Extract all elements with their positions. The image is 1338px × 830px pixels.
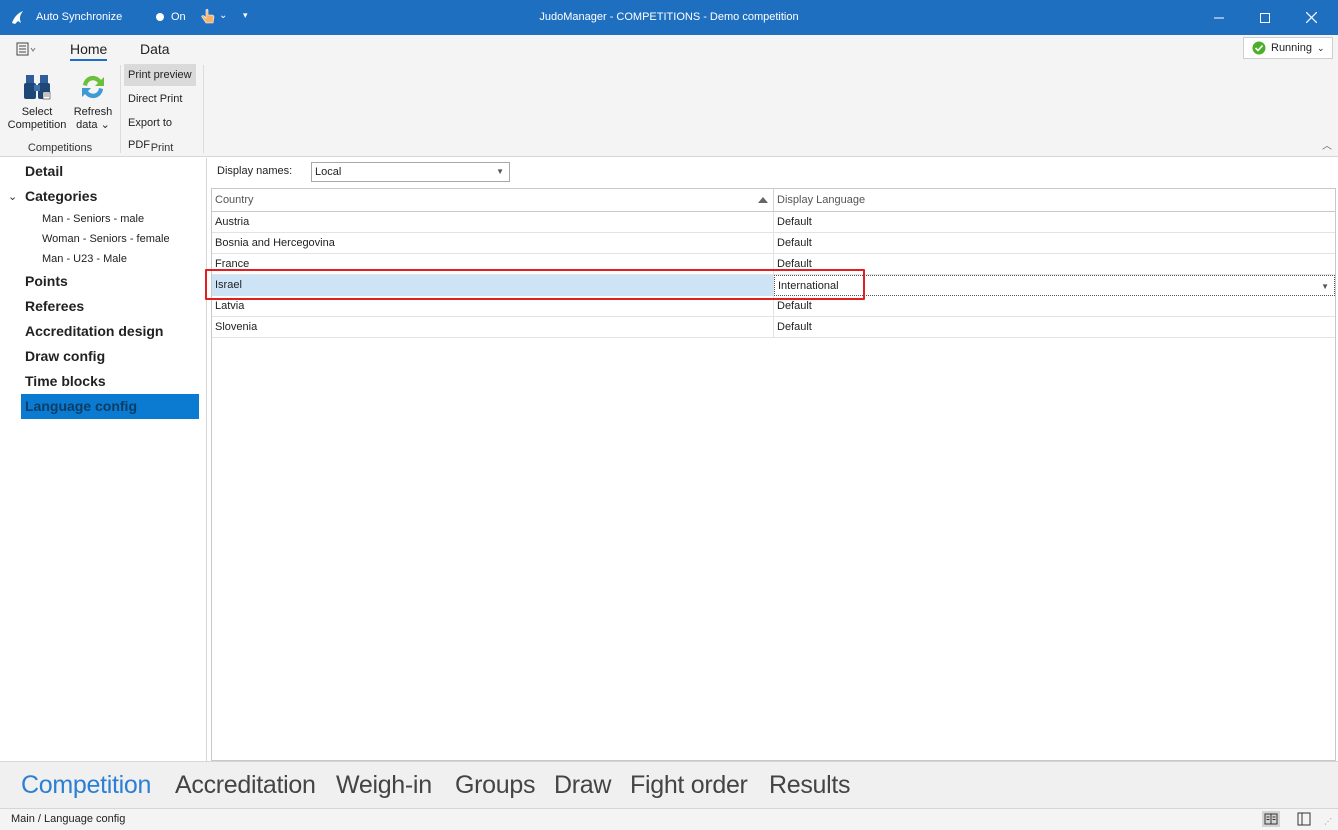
cell-country[interactable]: Latvia xyxy=(212,296,774,317)
print-preview-button[interactable]: Print preview xyxy=(124,64,196,86)
binoculars-icon xyxy=(24,75,51,100)
nav-item-time-blocks[interactable]: Time blocks xyxy=(21,369,199,394)
collapse-ribbon-icon[interactable]: ︿ xyxy=(1322,137,1332,152)
categories-collapse-chevron-icon[interactable]: ⌄ xyxy=(8,190,17,203)
cell-display-language[interactable]: Default xyxy=(774,233,1335,254)
nav-item-detail[interactable]: Detail xyxy=(21,159,199,184)
language-config-panel: Display names: Local ▼ Country Display L… xyxy=(207,158,1338,761)
direct-print-button[interactable]: Direct Print xyxy=(124,88,196,110)
window-title: JudoManager - COMPETITIONS - Demo compet… xyxy=(539,11,799,23)
module-results[interactable]: Results xyxy=(769,771,851,800)
display-names-label: Display names: xyxy=(217,165,293,177)
competitions-group-label: Competitions xyxy=(27,142,93,154)
cell-country[interactable]: Bosnia and Hercegovina xyxy=(212,233,774,254)
table-row[interactable]: France Default xyxy=(212,254,1335,275)
table-row-selected[interactable]: Israel International ▼ xyxy=(212,275,1335,296)
refresh-dropdown-chevron-icon[interactable]: ⌄ xyxy=(101,119,110,131)
nav-item-accreditation-design[interactable]: Accreditation design xyxy=(21,319,199,344)
table-row[interactable]: Austria Default xyxy=(212,212,1335,233)
module-draw[interactable]: Draw xyxy=(554,771,611,800)
minimize-button[interactable] xyxy=(1196,0,1242,35)
module-weigh-in[interactable]: Weigh-in xyxy=(336,771,432,800)
ribbon: Home Data Running ⌄ Select Competition R… xyxy=(0,35,1338,157)
cell-display-language[interactable]: Default xyxy=(774,317,1335,338)
nav-item-categories[interactable]: Categories xyxy=(21,184,199,209)
breadcrumb: Main / Language config xyxy=(11,813,126,825)
cell-country[interactable]: France xyxy=(212,254,774,275)
cell-country[interactable]: Slovenia xyxy=(212,317,774,338)
minimize-icon xyxy=(1214,17,1224,18)
nav-item-draw-config[interactable]: Draw config xyxy=(21,344,199,369)
display-names-value: Local xyxy=(315,166,342,178)
tab-data[interactable]: Data xyxy=(140,41,170,59)
nav-item-points[interactable]: Points xyxy=(21,269,199,294)
module-competition[interactable]: Competition xyxy=(21,771,151,800)
refresh-icon xyxy=(82,75,104,99)
table-row[interactable]: Slovenia Default xyxy=(212,317,1335,338)
running-status-button[interactable]: Running ⌄ xyxy=(1243,37,1333,59)
module-bar: Competition Accreditation Weigh-in Group… xyxy=(0,761,1338,808)
language-grid: Country Display Language Austria Default… xyxy=(211,188,1336,761)
refresh-data-button[interactable]: Refresh data ⌄ xyxy=(70,71,116,132)
select-competition-button[interactable]: Select Competition xyxy=(6,71,68,132)
display-language-value: International xyxy=(778,280,839,292)
app-menu-icon[interactable] xyxy=(16,42,36,56)
close-button[interactable] xyxy=(1288,0,1334,35)
cell-display-language-editor[interactable]: International ▼ xyxy=(774,275,1335,296)
column-header-display-language[interactable]: Display Language xyxy=(774,189,1335,212)
nav-item-language-config[interactable]: Language config xyxy=(21,394,199,419)
cell-country[interactable]: Israel xyxy=(212,275,774,296)
chevron-down-icon[interactable]: ▼ xyxy=(1321,276,1329,297)
maximize-button[interactable] xyxy=(1242,0,1288,35)
running-status-label: Running xyxy=(1271,42,1312,54)
cell-display-language[interactable]: Default xyxy=(774,296,1335,317)
module-fight-order[interactable]: Fight order xyxy=(630,771,748,800)
left-navigation: Detail ⌄ Categories Man - Seniors - male… xyxy=(0,158,207,761)
resize-grip-icon[interactable]: ⋰ xyxy=(1324,817,1332,826)
tab-home[interactable]: Home xyxy=(70,41,108,61)
nav-item-referees[interactable]: Referees xyxy=(21,294,199,319)
export-pdf-button[interactable]: Export to PDF xyxy=(124,112,196,151)
print-group-label: Print xyxy=(150,142,174,154)
grid-header: Country Display Language xyxy=(212,189,1335,212)
close-icon xyxy=(1305,12,1317,23)
status-bar: Main / Language config ⋰ xyxy=(0,808,1338,830)
normal-view-icon[interactable] xyxy=(1295,811,1313,827)
nav-subitem-category[interactable]: Man - U23 - Male xyxy=(42,249,127,269)
cell-display-language[interactable]: Default xyxy=(774,254,1335,275)
cell-country[interactable]: Austria xyxy=(212,212,774,233)
table-row[interactable]: Latvia Default xyxy=(212,296,1335,317)
check-circle-icon xyxy=(1252,41,1266,55)
cell-display-language[interactable]: Default xyxy=(774,212,1335,233)
ribbon-group-separator xyxy=(203,65,204,153)
sort-ascending-icon xyxy=(758,197,768,203)
module-groups[interactable]: Groups xyxy=(455,771,535,800)
display-names-select[interactable]: Local ▼ xyxy=(311,162,510,182)
ribbon-group-separator xyxy=(120,65,121,153)
nav-subitem-category[interactable]: Woman - Seniors - female xyxy=(42,229,170,249)
nav-subitem-category[interactable]: Man - Seniors - male xyxy=(42,209,144,229)
select-competition-label: Select Competition xyxy=(7,106,67,131)
reading-view-icon[interactable] xyxy=(1262,811,1280,827)
chevron-down-icon: ⌄ xyxy=(1316,42,1325,53)
maximize-icon xyxy=(1260,12,1270,23)
table-row[interactable]: Bosnia and Hercegovina Default xyxy=(212,233,1335,254)
module-accreditation[interactable]: Accreditation xyxy=(175,771,316,800)
column-header-country[interactable]: Country xyxy=(212,189,774,212)
chevron-down-icon: ▼ xyxy=(496,167,504,176)
title-bar: Auto Synchronize On ⌄ ▾ JudoManager - CO… xyxy=(0,0,1338,35)
